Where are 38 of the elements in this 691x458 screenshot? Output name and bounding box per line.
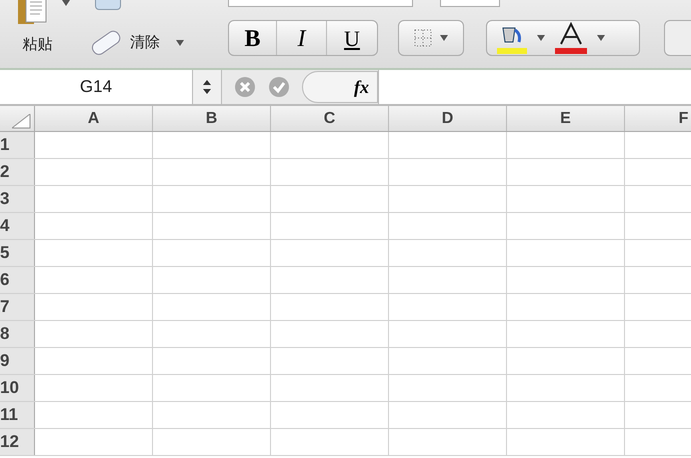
row-header[interactable]: 7 xyxy=(0,294,35,320)
row-header[interactable]: 1 xyxy=(0,132,35,158)
column-header[interactable]: D xyxy=(389,106,507,131)
column-header[interactable]: B xyxy=(153,106,271,131)
column-header[interactable]: F xyxy=(625,106,691,131)
caret-icon xyxy=(440,35,448,41)
border-grid-icon xyxy=(414,29,432,47)
row-header[interactable]: 5 xyxy=(0,240,35,266)
clear-button[interactable]: 清除 xyxy=(88,28,184,58)
column-header[interactable]: C xyxy=(271,106,389,131)
fill-color-button[interactable] xyxy=(486,20,640,56)
row-header[interactable]: 10 xyxy=(0,375,35,401)
caret-icon xyxy=(176,40,184,46)
row-header[interactable]: 3 xyxy=(0,186,35,212)
stepper-icon[interactable] xyxy=(192,70,222,104)
row-header[interactable]: 4 xyxy=(0,213,35,239)
underline-button[interactable]: U xyxy=(327,21,377,55)
column-header[interactable]: E xyxy=(507,106,625,131)
row-header[interactable]: 9 xyxy=(0,348,35,374)
caret-icon xyxy=(537,35,545,41)
row-header[interactable]: 6 xyxy=(0,267,35,293)
function-button[interactable]: fx xyxy=(302,71,378,103)
corner-triangle-icon xyxy=(12,114,31,129)
name-box[interactable]: G14 xyxy=(0,70,192,104)
cancel-icon[interactable] xyxy=(234,76,256,98)
borders-button[interactable] xyxy=(398,20,464,56)
caret-icon xyxy=(62,0,70,6)
column-header[interactable]: A xyxy=(35,106,153,131)
row-header[interactable]: 8 xyxy=(0,321,35,347)
row-header[interactable]: 12 xyxy=(0,429,35,455)
row-header[interactable]: 11 xyxy=(0,402,35,428)
confirm-icon[interactable] xyxy=(268,76,290,98)
paste-label[interactable]: 粘贴 xyxy=(22,34,52,56)
caret-icon xyxy=(597,35,605,41)
bold-button[interactable]: B xyxy=(229,21,277,55)
italic-button[interactable]: I xyxy=(277,21,327,55)
font-color-icon xyxy=(553,22,589,54)
row-header[interactable]: 2 xyxy=(0,159,35,185)
